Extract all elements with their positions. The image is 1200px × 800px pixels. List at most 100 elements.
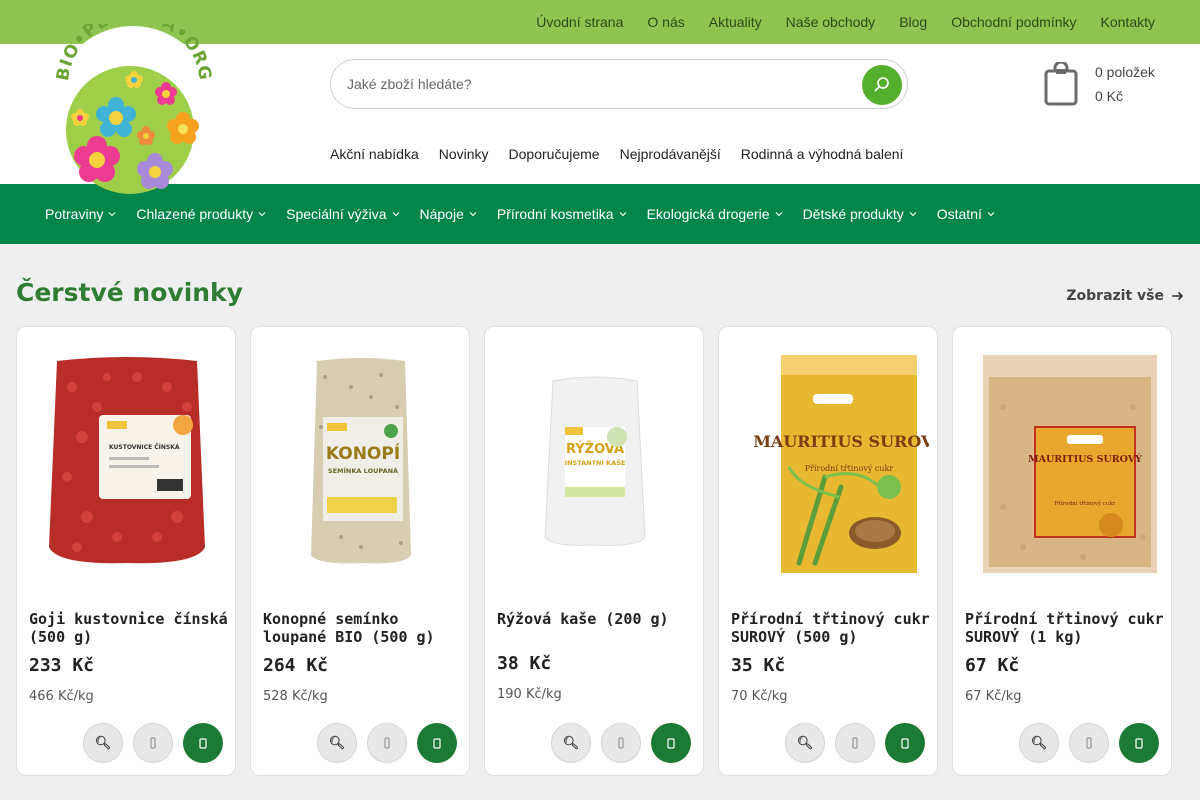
category-chilled[interactable]: Chlazené produkty [136,206,266,222]
topnav-blog-link[interactable]: Blog [899,14,927,30]
search-input[interactable] [347,60,847,108]
subnav-bestsellers-link[interactable]: Nejprodávanější [620,146,721,162]
product-unit-price: 528 Kč/kg [263,689,328,704]
product-image[interactable]: RÝŽOVÁ INSTANTNÍ KAŠE [495,347,695,579]
search-button[interactable] [862,65,902,105]
chevron-down-icon [258,212,266,217]
package-sublabel: INSTANTNÍ KAŠE [565,458,626,467]
category-food[interactable]: Potraviny [45,206,116,222]
category-other[interactable]: Ostatní [937,206,995,222]
arrow-right-icon [1172,291,1184,301]
quick-view-button[interactable]: 🔍︎ [83,723,123,763]
topnav-stores-link[interactable]: Naše obchody [786,14,876,30]
search-icon [874,77,889,92]
add-to-cart-button[interactable] [417,723,457,763]
category-natural-cosmetics[interactable]: Přírodní kosmetika [497,206,627,222]
subnav-offers-link[interactable]: Akční nabídka [330,146,419,162]
cart-icon [199,738,207,749]
category-drinks[interactable]: Nápoje [420,206,477,222]
top-navigation: Úvodní strana O nás Aktuality Naše obcho… [536,0,1155,44]
package-sublabel: Přírodní třtinový cukr [805,464,894,473]
quick-view-button[interactable]: 🔍︎ [785,723,825,763]
category-label: Potraviny [45,206,104,222]
product-actions: 🔍︎ [785,723,925,763]
quick-view-button[interactable]: 🔍︎ [1019,723,1059,763]
compare-icon [150,737,156,749]
product-price: 35 Kč [731,655,786,676]
topnav-news-link[interactable]: Aktuality [709,14,762,30]
package-label: MAURITIUS SUROVÝ [753,431,929,451]
product-image[interactable]: KUSTOVNICE ČÍNSKÁ [27,347,227,579]
category-label: Ekologická drogerie [646,206,770,222]
category-label: Speciální výživa [286,206,387,222]
category-eco-drugstore[interactable]: Ekologická drogerie [647,206,783,222]
package-label: MAURITIUS SUROVÝ [1028,453,1142,465]
compare-button[interactable] [1069,723,1109,763]
topnav-contacts-link[interactable]: Kontakty [1101,14,1155,30]
add-to-cart-button[interactable] [651,723,691,763]
product-image[interactable]: MAURITIUS SUROVÝ Přírodní třtinový cukr [729,347,929,579]
quick-view-button[interactable]: 🔍︎ [551,723,591,763]
magnifier-icon: 🔍︎ [328,735,346,750]
product-unit-price: 67 Kč/kg [965,689,1022,704]
category-label: Chlazené produkty [136,206,254,222]
search-bar [330,59,908,109]
shopping-bag-icon [1044,62,1078,106]
product-card[interactable]: KUSTOVNICE ČÍNSKÁ Goji kustovnice čínská… [16,326,236,776]
product-card[interactable]: MAURITIUS SUROVÝ Přírodní třtinový cukr … [952,326,1172,776]
product-name[interactable]: Konopné semínko loupané BIO (500 g) [263,610,463,646]
product-price: 264 Kč [263,655,329,676]
add-to-cart-button[interactable] [885,723,925,763]
category-special-nutrition[interactable]: Speciální výživa [286,206,399,222]
product-actions: 🔍︎ [1019,723,1159,763]
chevron-down-icon [392,212,399,217]
compare-icon [1086,737,1092,749]
product-image[interactable]: MAURITIUS SUROVÝ Přírodní třtinový cukr [963,347,1163,579]
cart-icon [1135,738,1143,749]
magnifier-icon: 🔍︎ [562,735,580,750]
magnifier-icon: 🔍︎ [94,735,112,750]
compare-button[interactable] [367,723,407,763]
product-actions: 🔍︎ [83,723,223,763]
package-sublabel: Přírodní třtinový cukr [1055,500,1116,507]
package-label: KUSTOVNICE ČÍNSKÁ [109,443,180,451]
add-to-cart-button[interactable] [1119,723,1159,763]
compare-button[interactable] [133,723,173,763]
cart-icon [433,738,441,749]
compare-button[interactable] [601,723,641,763]
product-card[interactable]: KONOPÍ SEMÍNKA LOUPANÁ Konopné semínko l… [250,326,470,776]
product-name[interactable]: Přírodní třtinový cukr SUROVÝ (1 kg) [965,610,1165,646]
compare-icon [618,737,624,749]
package-sublabel: SEMÍNKA LOUPANÁ [328,466,398,475]
add-to-cart-button[interactable] [183,723,223,763]
product-card[interactable]: MAURITIUS SUROVÝ Přírodní třtinový cukr … [718,326,938,776]
product-name[interactable]: Goji kustovnice čínská (500 g) [29,610,229,646]
product-name[interactable]: Rýžová kaše (200 g) [497,610,697,628]
topnav-terms-link[interactable]: Obchodní podmínky [951,14,1076,30]
product-price: 233 Kč [29,655,95,676]
topnav-about-link[interactable]: O nás [647,14,684,30]
product-actions: 🔍︎ [551,723,691,763]
subnav-family-packs-link[interactable]: Rodinná a výhodná balení [741,146,904,162]
topnav-home-link[interactable]: Úvodní strana [536,14,623,30]
category-kids[interactable]: Dětské produkty [803,206,917,222]
logo[interactable]: BIO•PLANETA•ORG [50,5,216,196]
chevron-down-icon [775,212,782,217]
subnav-recommended-link[interactable]: Doporučujeme [509,146,600,162]
show-all-link[interactable]: Zobrazit vše [1066,288,1184,304]
product-name[interactable]: Přírodní třtinový cukr SUROVÝ (500 g) [731,610,931,646]
section-title: Čerstvé novinky [16,278,243,307]
cart-item-count: 0 položek [1095,64,1155,80]
compare-icon [384,737,390,749]
product-unit-price: 190 Kč/kg [497,687,562,702]
category-label: Nápoje [419,206,464,222]
compare-icon [852,737,858,749]
cart[interactable]: 0 položek 0 Kč [1042,60,1172,112]
product-card[interactable]: RÝŽOVÁ INSTANTNÍ KAŠE Rýžová kaše (200 g… [484,326,704,776]
product-image[interactable]: KONOPÍ SEMÍNKA LOUPANÁ [261,347,461,579]
quick-view-button[interactable]: 🔍︎ [317,723,357,763]
compare-button[interactable] [835,723,875,763]
subnav-new-link[interactable]: Novinky [439,146,489,162]
chevron-down-icon [469,212,477,217]
chevron-down-icon [619,212,626,217]
